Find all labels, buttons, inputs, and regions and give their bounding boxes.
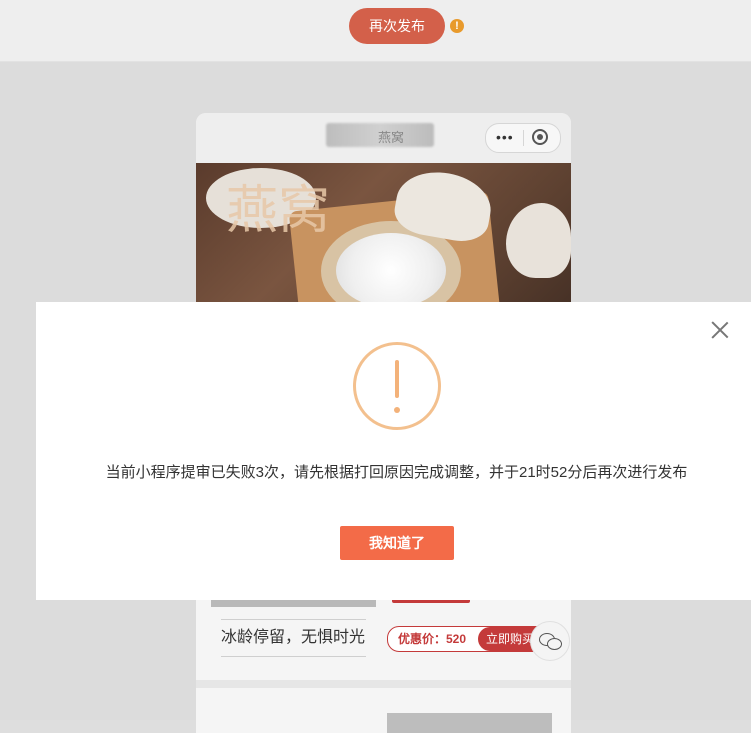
exclamation-bar: [395, 360, 399, 398]
close-icon[interactable]: [710, 320, 730, 340]
phone-nav-bar: 燕窝 •••: [196, 113, 571, 163]
banner-calligraphy: 燕窝: [226, 181, 331, 241]
top-bar: 再次发布 !: [0, 0, 751, 62]
chat-bubble-icon: [547, 638, 562, 650]
alert-dialog: 当前小程序提审已失败3次，请先根据打回原因完成调整，并于21时52分后再次进行发…: [36, 302, 751, 600]
price-label: 优惠价：520: [398, 632, 467, 646]
phone-nav-title: 燕窝: [378, 130, 405, 145]
next-product-thumbnail: [387, 713, 552, 733]
more-icon[interactable]: •••: [496, 128, 514, 146]
nest-shell-shape: [506, 203, 571, 278]
close-target-icon[interactable]: [532, 129, 548, 145]
dialog-message: 当前小程序提审已失败3次，请先根据打回原因完成调整，并于21时52分后再次进行发…: [105, 464, 688, 481]
exclamation-dot: [394, 407, 400, 413]
birdnest-shape: [336, 233, 446, 308]
exclamation-icon: [353, 342, 441, 430]
mini-program-capsule[interactable]: •••: [485, 123, 561, 153]
capsule-divider: [523, 130, 524, 146]
customer-service-button[interactable]: [530, 621, 570, 661]
section-divider: [196, 680, 571, 688]
product-title[interactable]: 冰龄停留，无惧时光: [221, 619, 366, 657]
confirm-button[interactable]: 我知道了: [340, 526, 454, 560]
warning-icon[interactable]: !: [450, 19, 464, 33]
republish-button[interactable]: 再次发布: [349, 8, 445, 44]
